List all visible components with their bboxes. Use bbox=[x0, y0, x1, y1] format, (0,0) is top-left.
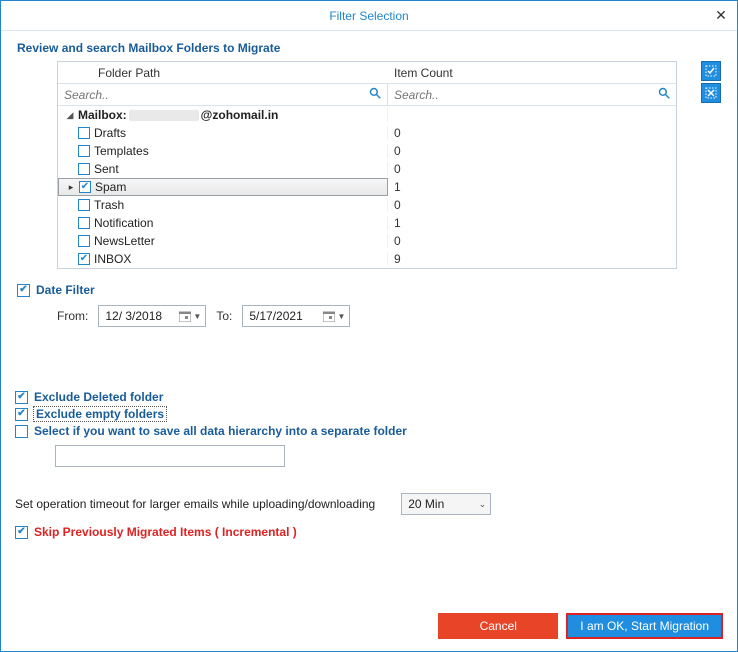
expand-icon[interactable]: ▸ bbox=[65, 182, 77, 193]
folder-checkbox[interactable]: ✔ bbox=[78, 253, 90, 265]
table-row[interactable]: Drafts 0 bbox=[58, 124, 676, 142]
exclude-empty-row: ✔ Exclude empty folders bbox=[15, 407, 723, 421]
exclude-empty-checkbox[interactable]: ✔ bbox=[15, 408, 28, 421]
timeout-label: Set operation timeout for larger emails … bbox=[15, 497, 375, 511]
mailbox-label: Mailbox: bbox=[78, 108, 127, 122]
from-label: From: bbox=[57, 309, 88, 323]
separate-folder-input[interactable] bbox=[55, 445, 285, 467]
item-count: 0 bbox=[388, 162, 676, 176]
item-count: 0 bbox=[388, 234, 676, 248]
folder-checkbox[interactable] bbox=[78, 163, 90, 175]
window-title: Filter Selection bbox=[329, 9, 408, 23]
deselect-all-button[interactable] bbox=[701, 83, 721, 103]
exclude-deleted-checkbox[interactable]: ✔ bbox=[15, 391, 28, 404]
col-folder-path[interactable]: Folder Path bbox=[58, 66, 388, 80]
chevron-down-icon: ⌄ bbox=[479, 499, 487, 510]
folder-name: Notification bbox=[94, 216, 153, 230]
table-row[interactable]: NewsLetter 0 bbox=[58, 232, 676, 250]
item-count: 0 bbox=[388, 198, 676, 212]
grid-header: Folder Path Item Count bbox=[58, 62, 676, 84]
folder-name: Templates bbox=[94, 144, 149, 158]
table-row[interactable]: Notification 1 bbox=[58, 214, 676, 232]
folder-checkbox[interactable] bbox=[78, 235, 90, 247]
save-hierarchy-checkbox[interactable] bbox=[15, 425, 28, 438]
skip-migrated-label: Skip Previously Migrated Items ( Increme… bbox=[34, 525, 297, 539]
exclude-empty-label: Exclude empty folders bbox=[34, 407, 166, 421]
mailbox-row[interactable]: ◢ Mailbox: @zohomail.in bbox=[58, 106, 676, 124]
folder-checkbox[interactable] bbox=[78, 145, 90, 157]
timeout-value: 20 Min bbox=[408, 497, 444, 511]
folder-name: NewsLetter bbox=[94, 234, 155, 248]
close-icon[interactable]: ✕ bbox=[713, 7, 729, 24]
cancel-button[interactable]: Cancel bbox=[438, 613, 558, 639]
folder-name: Drafts bbox=[94, 126, 126, 140]
item-count: 1 bbox=[388, 180, 676, 194]
select-all-button[interactable] bbox=[701, 61, 721, 81]
skip-migrated-checkbox[interactable]: ✔ bbox=[15, 526, 28, 539]
search-icon[interactable] bbox=[658, 87, 676, 102]
table-row[interactable]: Trash 0 bbox=[58, 196, 676, 214]
folder-checkbox[interactable] bbox=[78, 217, 90, 229]
collapse-icon[interactable]: ◢ bbox=[64, 110, 76, 121]
date-filter-row: ✔ Date Filter bbox=[17, 283, 723, 297]
timeout-dropdown[interactable]: 20 Min ⌄ bbox=[401, 493, 491, 515]
to-date-input[interactable]: 5/17/2021 ▼ bbox=[242, 305, 350, 327]
to-date-value: 5/17/2021 bbox=[249, 309, 302, 323]
calendar-icon[interactable]: ▼ bbox=[323, 311, 345, 322]
date-filter-checkbox[interactable]: ✔ bbox=[17, 284, 30, 297]
exclude-deleted-row: ✔ Exclude Deleted folder bbox=[15, 390, 723, 404]
section-header: Review and search Mailbox Folders to Mig… bbox=[17, 41, 723, 55]
calendar-icon[interactable]: ▼ bbox=[179, 311, 201, 322]
folder-checkbox[interactable] bbox=[78, 127, 90, 139]
titlebar: Filter Selection ✕ bbox=[1, 1, 737, 31]
mailbox-domain: @zohomail.in bbox=[201, 108, 279, 122]
search-icon[interactable] bbox=[369, 87, 387, 102]
col-item-count[interactable]: Item Count bbox=[388, 66, 676, 80]
folder-name: Sent bbox=[94, 162, 119, 176]
skip-migrated-row: ✔ Skip Previously Migrated Items ( Incre… bbox=[15, 525, 723, 539]
exclude-deleted-label: Exclude Deleted folder bbox=[34, 390, 163, 404]
from-date-input[interactable]: 12/ 3/2018 ▼ bbox=[98, 305, 206, 327]
item-count: 0 bbox=[388, 144, 676, 158]
folder-name: Trash bbox=[94, 198, 124, 212]
table-row[interactable]: Templates 0 bbox=[58, 142, 676, 160]
search-count-input[interactable] bbox=[388, 88, 658, 102]
redacted-user bbox=[129, 110, 199, 121]
table-row[interactable]: Sent 0 bbox=[58, 160, 676, 178]
folder-checkbox[interactable] bbox=[78, 199, 90, 211]
to-label: To: bbox=[216, 309, 232, 323]
table-row[interactable]: ✔ INBOX 9 bbox=[58, 250, 676, 268]
date-filter-label: Date Filter bbox=[36, 283, 95, 297]
item-count: 0 bbox=[388, 126, 676, 140]
start-migration-button[interactable]: I am OK, Start Migration bbox=[566, 613, 723, 639]
table-row[interactable]: ▸✔ Spam 1 bbox=[58, 178, 676, 196]
save-hierarchy-row: Select if you want to save all data hier… bbox=[15, 424, 723, 438]
folder-name: Spam bbox=[95, 180, 126, 194]
folder-checkbox[interactable]: ✔ bbox=[79, 181, 91, 193]
folder-name: INBOX bbox=[94, 252, 131, 266]
from-date-value: 12/ 3/2018 bbox=[105, 309, 162, 323]
save-hierarchy-label: Select if you want to save all data hier… bbox=[34, 424, 407, 438]
item-count: 1 bbox=[388, 216, 676, 230]
folder-grid: Folder Path Item Count bbox=[57, 61, 677, 269]
item-count: 9 bbox=[388, 252, 676, 266]
search-folder-input[interactable] bbox=[58, 88, 369, 102]
